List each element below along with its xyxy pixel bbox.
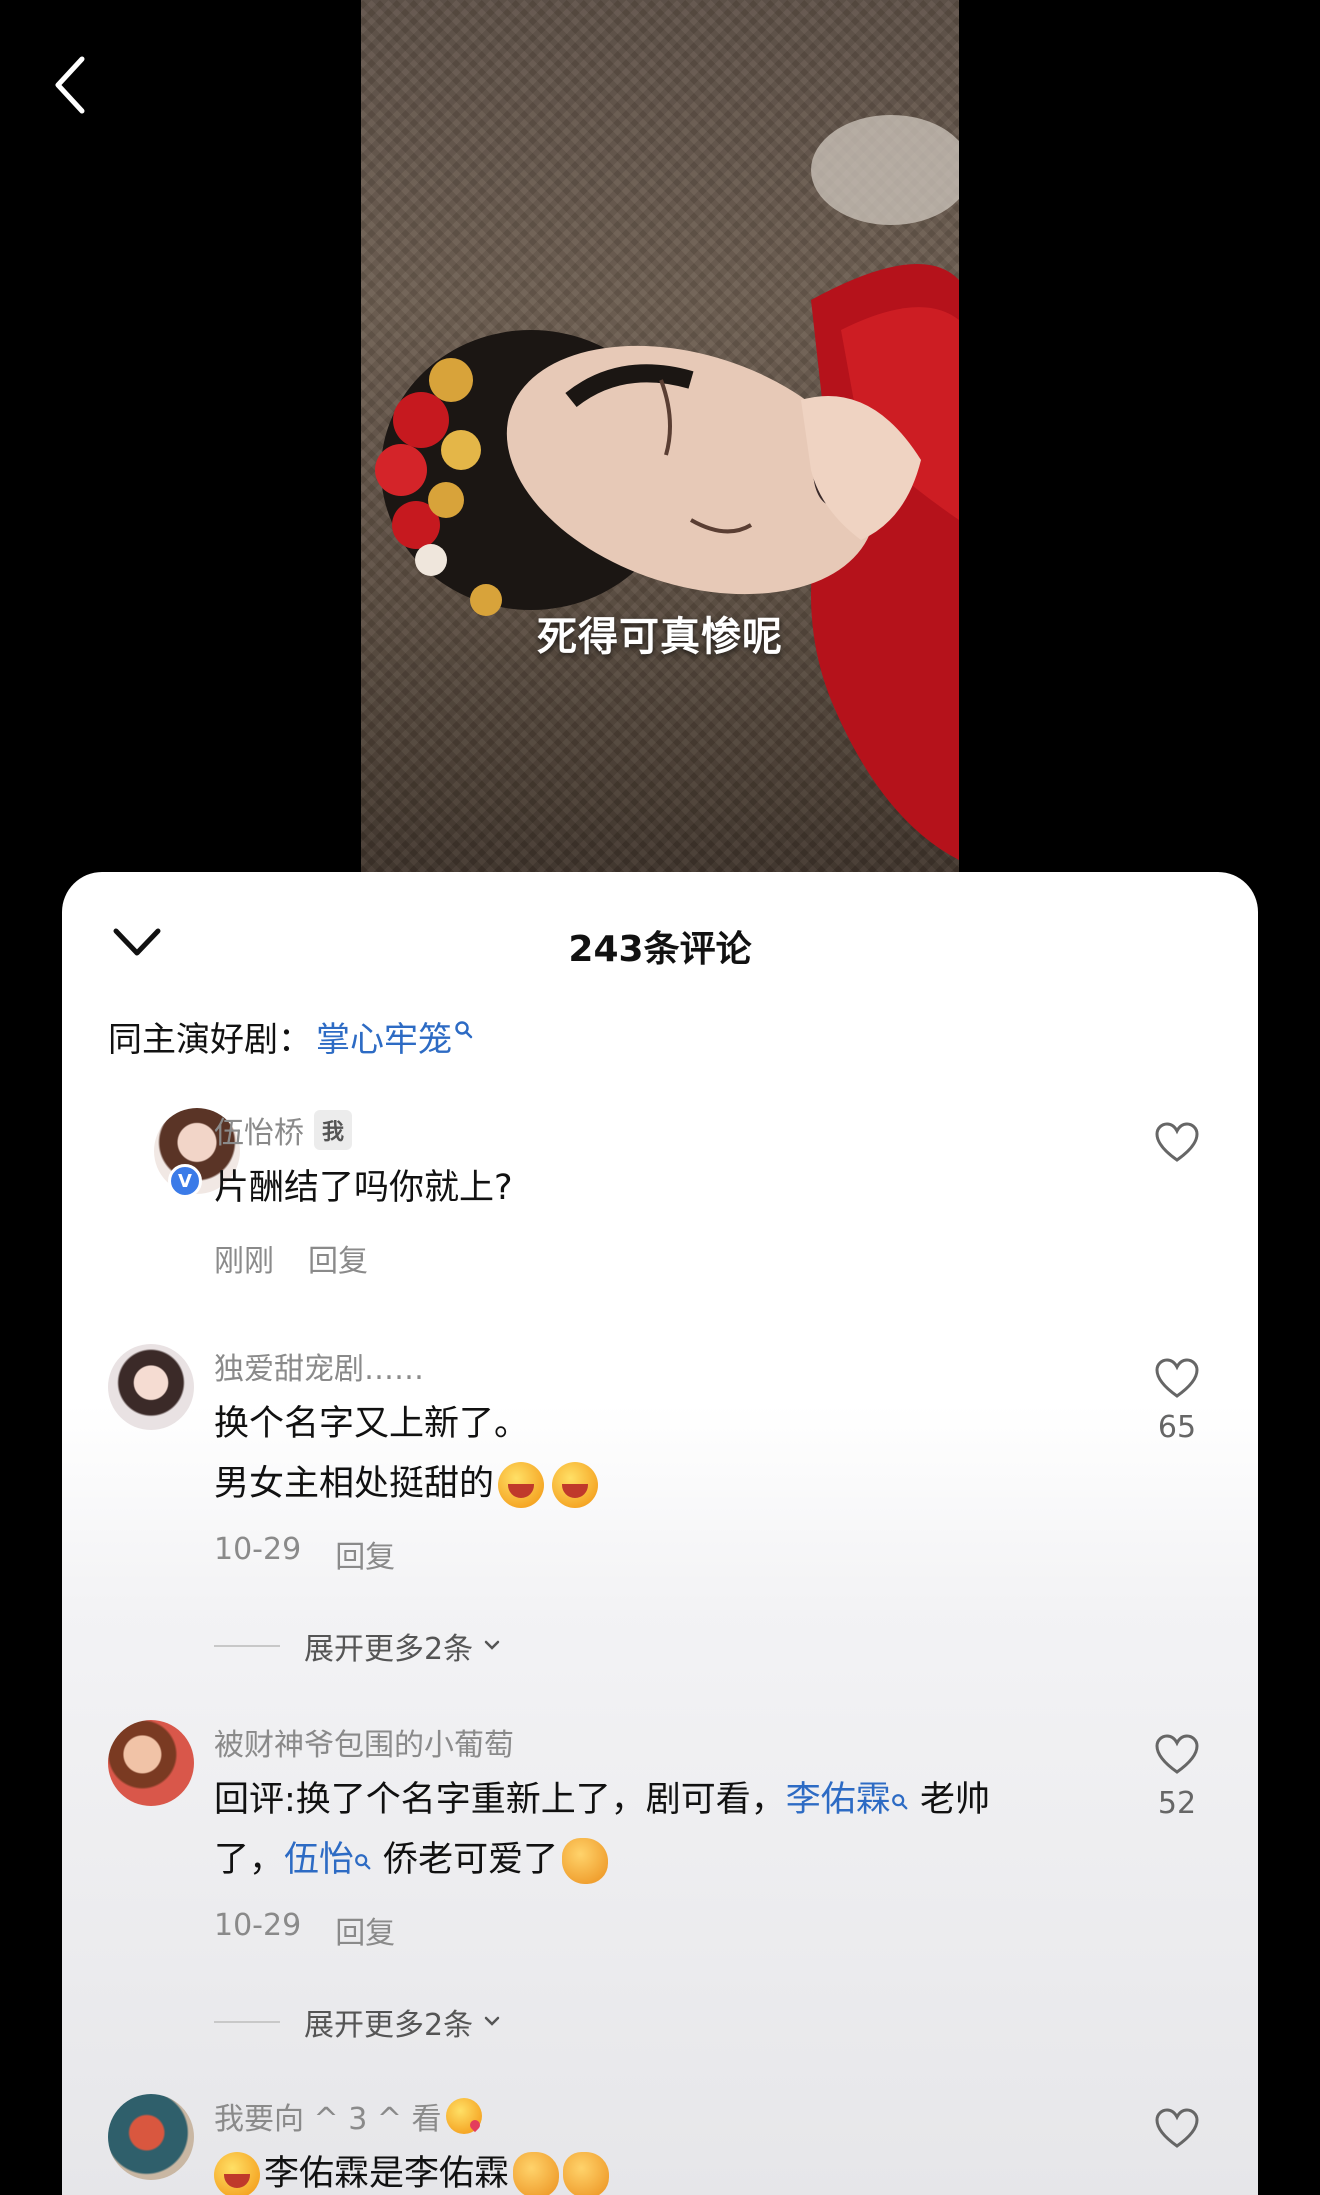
expand-label: 展开更多2条 (304, 2008, 474, 2043)
comment-meta: 刚刚 回复 (214, 1236, 1094, 1280)
search-icon (455, 1020, 473, 1038)
comment-text-segment: 老帅 (908, 1780, 990, 1820)
comment-text: 换个名字又上新了。 男女主相处挺甜的 (214, 1394, 1094, 1514)
kiss-emoji-icon (445, 2098, 482, 2134)
like-count: 52 (1157, 1786, 1197, 1821)
video-frame-image (375, 115, 959, 860)
comment-text-segment: 回评:换了个名字重新上了，剧可看， (214, 1780, 786, 1820)
avatar[interactable] (108, 2094, 194, 2180)
mention-text: 李佑霖 (785, 1780, 891, 1820)
heart-icon (1155, 1734, 1199, 1774)
laughing-emoji-icon (552, 1462, 599, 1508)
back-button[interactable] (40, 50, 100, 120)
like-button[interactable]: 52 (1142, 1734, 1212, 1821)
comments-header: 243条评论 (62, 872, 1258, 1012)
screen: 死得可真惨呢 243条评论 同主演好剧： 掌心牢笼 V 伍怡桥 我 片酬结了吗你… (0, 0, 1320, 2195)
related-drama-row: 同主演好剧： 掌心牢笼 (108, 1012, 474, 1061)
comments-count-title: 243条评论 (568, 929, 752, 970)
comment-text-segment: 侨老可爱了 (372, 1840, 559, 1880)
divider (214, 1645, 280, 1647)
expand-replies-button[interactable]: 展开更多2条 (214, 2000, 503, 2044)
like-button[interactable]: 65 (1142, 1358, 1212, 1445)
heart-icon (1155, 1358, 1199, 1398)
mention-link[interactable]: 伍怡 (284, 1830, 372, 1890)
comment-time: 10-29 (214, 1908, 302, 1943)
chevron-down-icon (484, 1640, 500, 1650)
emoji-icon (214, 2152, 260, 2195)
reply-button[interactable]: 回复 (335, 1532, 395, 1576)
expand-replies-button[interactable]: 展开更多2条 (214, 1624, 503, 1668)
mention-text: 伍怡 (284, 1840, 355, 1880)
clapping-emoji-icon (563, 2152, 610, 2195)
avatar[interactable] (108, 1344, 194, 1430)
comment-meta: 10-29 回复 (214, 1908, 1094, 1952)
comment-item: 我要向 ^ 3 ^ 看 李佑霖是李佑霖 (62, 2094, 1258, 2195)
related-drama-title: 掌心牢笼 (316, 1020, 452, 1060)
comments-panel: 243条评论 同主演好剧： 掌心牢笼 V 伍怡桥 我 片酬结了吗你就上? 刚刚 … (62, 872, 1258, 2195)
comment-text-segment: 了， (214, 1840, 285, 1880)
comment-text-line: 换个名字又上新了。 (214, 1404, 530, 1444)
comment-username[interactable]: 独爱甜宠剧…… (214, 1344, 1094, 1388)
comment-text: 李佑霖是李佑霖 (214, 2144, 1094, 2195)
mention-link[interactable]: 李佑霖 (786, 1770, 909, 1830)
comment-item: 独爱甜宠剧…… 换个名字又上新了。 男女主相处挺甜的 10-29 回复 65 (62, 1344, 1258, 1644)
comment-text-segment: 李佑霖是李佑霖 (264, 2154, 510, 2194)
verified-badge-icon: V (168, 1164, 202, 1198)
username-text: 我要向 ^ 3 ^ 看 (214, 2102, 442, 2137)
comment-username[interactable]: 伍怡桥 我 (214, 1108, 1094, 1152)
comment-text: 回评:换了个名字重新上了，剧可看， 李佑霖 老帅 了， 伍怡 侨老可爱了 (214, 1770, 1094, 1890)
me-badge: 我 (314, 1110, 353, 1150)
chevron-down-icon (484, 2016, 500, 2026)
related-prefix: 同主演好剧： (108, 1020, 312, 1060)
comment-item: 被财神爷包围的小葡萄 回评:换了个名字重新上了，剧可看， 李佑霖 老帅 了， 伍怡 … (62, 1720, 1258, 2020)
comment-item: V 伍怡桥 我 片酬结了吗你就上? 刚刚 回复 (62, 1108, 1258, 1328)
like-button[interactable] (1142, 1122, 1212, 1168)
heart-icon (1155, 1122, 1199, 1162)
username-text: 伍怡桥 (214, 1116, 304, 1151)
comment-time: 10-29 (214, 1532, 302, 1567)
like-button[interactable] (1142, 2108, 1212, 2154)
comment-meta: 10-29 回复 (214, 1532, 1094, 1576)
like-count: 65 (1157, 1410, 1197, 1445)
laughing-emoji-icon (498, 1462, 545, 1508)
avatar[interactable] (108, 1720, 194, 1806)
comment-username[interactable]: 我要向 ^ 3 ^ 看 (214, 2094, 1094, 2138)
heart-icon (1155, 2108, 1199, 2148)
video-subtitle: 死得可真惨呢 (537, 614, 783, 660)
comment-username[interactable]: 被财神爷包围的小葡萄 (214, 1720, 1094, 1764)
expand-label: 展开更多2条 (304, 1632, 474, 1667)
comment-text-line: 男女主相处挺甜的 (214, 1464, 495, 1504)
comment-time: 刚刚 (214, 1244, 274, 1279)
search-icon (891, 1794, 908, 1810)
divider (214, 2021, 280, 2023)
comment-text: 片酬结了吗你就上? (214, 1168, 513, 1208)
video-player[interactable]: 死得可真惨呢 (361, 0, 959, 872)
clapping-emoji-icon (513, 2152, 560, 2195)
clapping-emoji-icon (562, 1838, 609, 1884)
search-icon (355, 1854, 371, 1870)
reply-button[interactable]: 回复 (308, 1236, 368, 1280)
reply-button[interactable]: 回复 (335, 1908, 395, 1952)
chevron-left-icon (55, 56, 85, 114)
related-drama-link[interactable]: 掌心牢笼 (316, 1012, 474, 1061)
